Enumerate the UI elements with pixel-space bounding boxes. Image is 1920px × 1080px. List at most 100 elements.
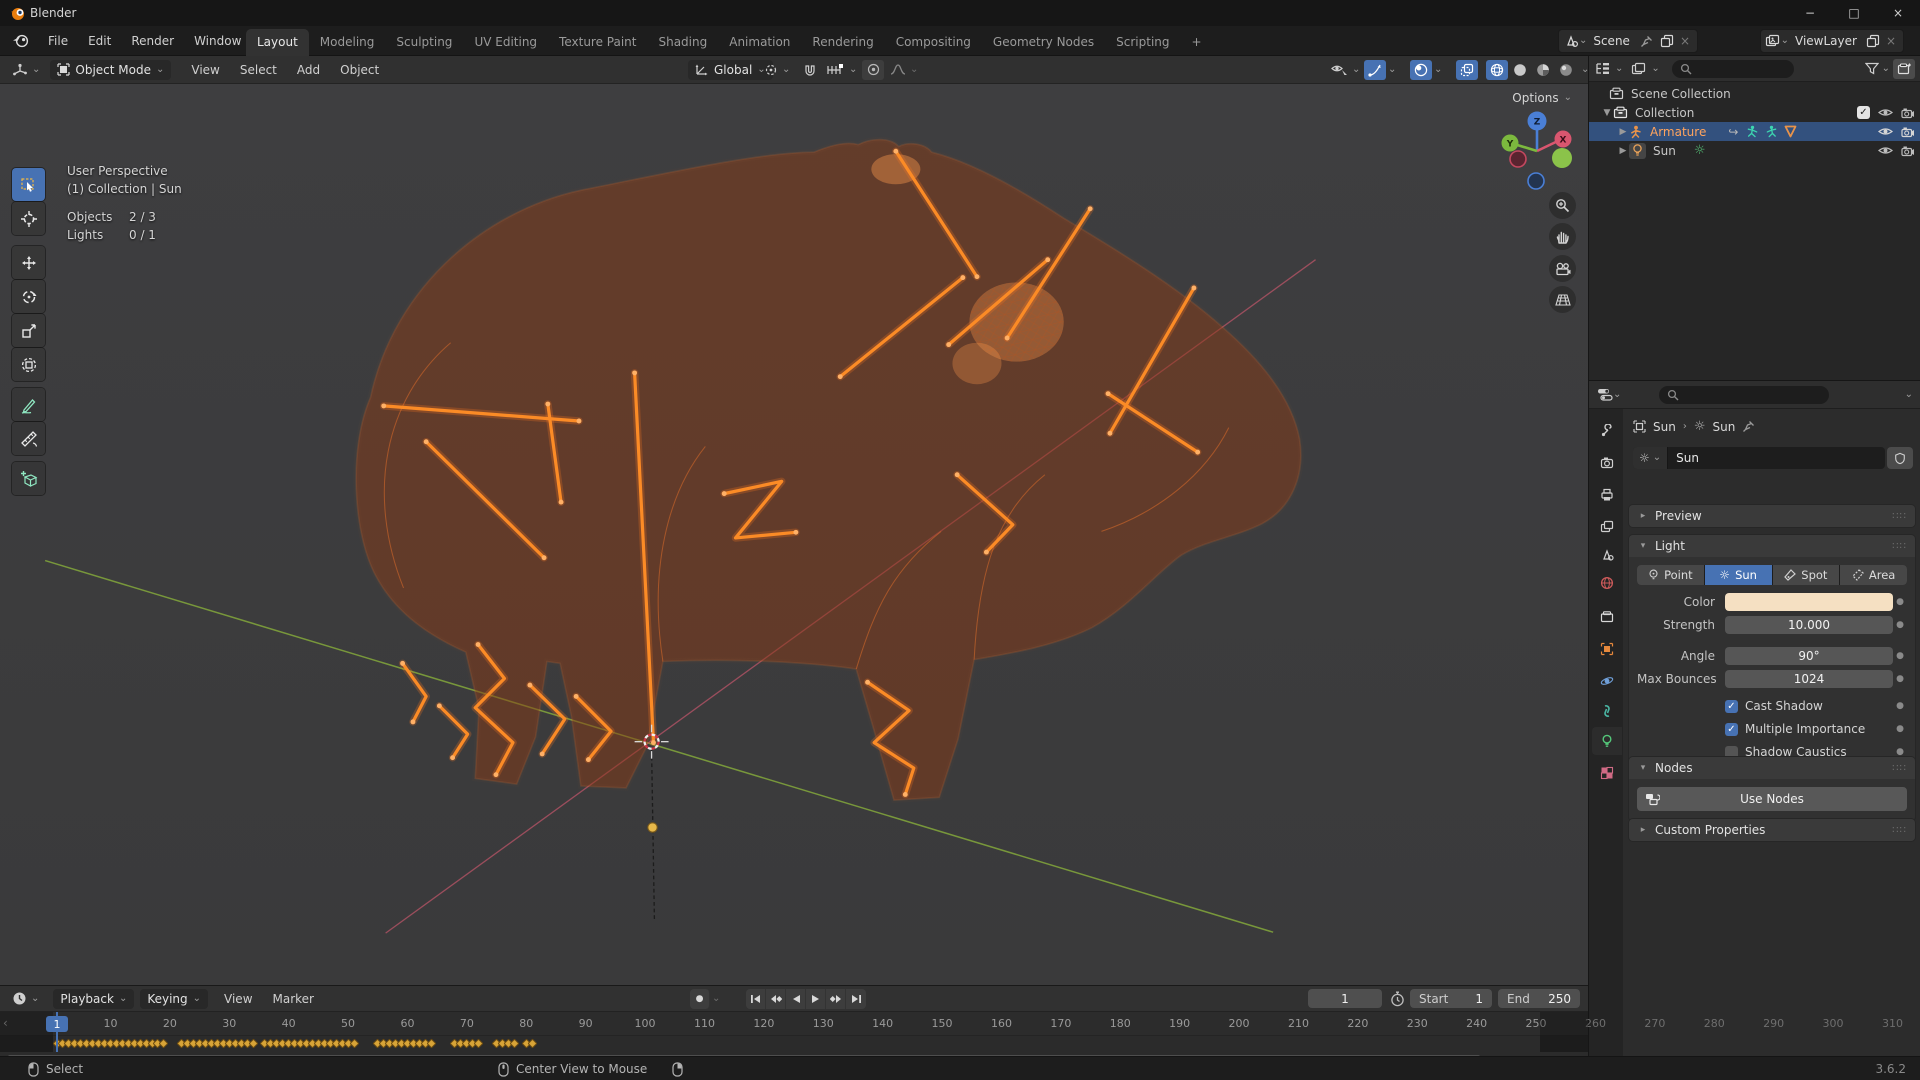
tool-transform-button[interactable] bbox=[12, 348, 45, 381]
properties-tab-texture[interactable] bbox=[1592, 759, 1622, 787]
editor-properties-icon[interactable] bbox=[1597, 388, 1613, 401]
blender-menu-logo-icon[interactable] bbox=[12, 34, 30, 48]
viewport-canvas[interactable] bbox=[0, 56, 1588, 985]
chevron-down-icon[interactable]: ⌄ bbox=[1905, 389, 1913, 400]
row-label[interactable]: Armature bbox=[1650, 125, 1706, 139]
play-button[interactable] bbox=[806, 989, 826, 1009]
panel-drag-handle[interactable]: ∷∷ bbox=[1892, 541, 1907, 552]
play-reverse-button[interactable] bbox=[786, 989, 806, 1009]
editor-outliner-icon[interactable] bbox=[1595, 62, 1611, 75]
chevron-down-icon[interactable]: ⌄ bbox=[1882, 63, 1890, 74]
start-frame-field[interactable]: Start 1 bbox=[1410, 989, 1492, 1008]
timeline-ruler[interactable]: ‹ 10 20 30 40 50 60 70 80 90 100 110 120 130 140 150 16… bbox=[0, 1012, 1903, 1036]
shading-wireframe-button[interactable] bbox=[1486, 59, 1508, 80]
previous-keyframe-button[interactable] bbox=[766, 989, 786, 1009]
tab-compositing[interactable]: Compositing bbox=[885, 29, 982, 56]
keying-menu[interactable]: Keying ⌄ bbox=[140, 988, 209, 1009]
scene-selector[interactable]: ⌄ Scene × bbox=[1557, 29, 1698, 53]
outliner-row-sun[interactable]: ▶ Sun ☼ bbox=[1589, 141, 1920, 160]
chevron-down-icon[interactable]: ⌄ bbox=[1651, 63, 1659, 74]
shading-rendered-button[interactable] bbox=[1555, 60, 1577, 80]
max-bounces-field[interactable]: 1024 bbox=[1725, 670, 1893, 688]
disclosure-triangle-icon[interactable]: ▶ bbox=[1617, 127, 1629, 137]
menu-render[interactable]: Render bbox=[121, 30, 184, 52]
animate-dot-icon[interactable]: ● bbox=[1893, 674, 1907, 684]
shading-material-button[interactable] bbox=[1532, 60, 1554, 80]
viewport-menu-view[interactable]: View bbox=[181, 59, 229, 81]
axis-y-neg-handle[interactable] bbox=[1552, 148, 1572, 168]
animate-dot-icon[interactable]: ● bbox=[1893, 651, 1907, 661]
next-keyframe-button[interactable] bbox=[826, 989, 846, 1009]
new-scene-icon[interactable] bbox=[1660, 34, 1674, 48]
properties-search-input[interactable] bbox=[1659, 385, 1830, 404]
tool-annotate-button[interactable] bbox=[12, 388, 45, 421]
zoom-button[interactable] bbox=[1549, 192, 1576, 219]
outliner-row-armature[interactable]: ▶ Armature ↪ bbox=[1589, 122, 1920, 141]
viewport-menu-add[interactable]: Add bbox=[287, 59, 330, 81]
outliner-row-collection[interactable]: ▼ Collection ✓ bbox=[1589, 103, 1920, 122]
tool-scale-button[interactable] bbox=[12, 314, 45, 347]
show-overlays-toggle[interactable] bbox=[1410, 59, 1432, 80]
new-viewlayer-icon[interactable] bbox=[1866, 34, 1880, 48]
playback-menu[interactable]: Playback ⌄ bbox=[53, 988, 135, 1009]
capybara-wireframe-mesh[interactable] bbox=[356, 140, 1301, 801]
tab-scripting[interactable]: Scripting bbox=[1105, 29, 1180, 56]
viewport-menu-object[interactable]: Object bbox=[330, 59, 389, 81]
pan-button[interactable] bbox=[1549, 223, 1576, 250]
menu-window[interactable]: Window bbox=[184, 30, 251, 52]
sun-light-origin[interactable] bbox=[647, 822, 658, 833]
animate-dot-icon[interactable]: ● bbox=[1893, 724, 1907, 734]
multiple-importance-checkbox[interactable]: ✓ bbox=[1725, 722, 1738, 736]
properties-tab-world[interactable] bbox=[1592, 569, 1622, 597]
chevron-down-icon[interactable]: ⌄ bbox=[712, 994, 720, 1004]
viewlayer-selector[interactable]: ⌄ ViewLayer × bbox=[1759, 29, 1904, 53]
properties-tab-object-data[interactable] bbox=[1592, 727, 1622, 755]
tab-geometry-nodes[interactable]: Geometry Nodes bbox=[982, 29, 1105, 56]
breadcrumb-data[interactable]: Sun bbox=[1712, 420, 1735, 434]
chevron-down-icon[interactable]: ⌄ bbox=[1434, 64, 1442, 75]
jump-to-start-button[interactable] bbox=[746, 989, 766, 1009]
tab-+[interactable]: + bbox=[1181, 29, 1213, 56]
panel-light[interactable]: ▾ Light ∷∷ Point ☼ Sun Spot Area Color ●… bbox=[1629, 535, 1915, 770]
properties-tab-scene[interactable] bbox=[1592, 541, 1622, 569]
animate-dot-icon[interactable]: ● bbox=[1893, 747, 1907, 757]
tab-animation[interactable]: Animation bbox=[718, 29, 801, 56]
axis-x-neg-handle[interactable] bbox=[1509, 150, 1527, 168]
properties-tab-view-layer[interactable] bbox=[1592, 513, 1622, 541]
animate-dot-icon[interactable]: ● bbox=[1893, 597, 1907, 607]
editor-type-button[interactable]: ⌄ bbox=[6, 60, 46, 80]
new-collection-button[interactable] bbox=[1893, 58, 1915, 79]
properties-tab-tool[interactable] bbox=[1592, 417, 1622, 445]
tool-move-button[interactable] bbox=[12, 246, 45, 279]
light-type-area[interactable]: Area bbox=[1840, 565, 1907, 585]
outliner-row-scene-collection[interactable]: Scene Collection bbox=[1589, 84, 1920, 103]
viewport-menu-select[interactable]: Select bbox=[230, 59, 287, 81]
row-label[interactable]: Sun bbox=[1653, 144, 1676, 158]
hide-eye-icon[interactable] bbox=[1878, 145, 1893, 156]
display-mode-icon[interactable] bbox=[1631, 62, 1647, 76]
tool-rotate-button[interactable] bbox=[12, 280, 45, 313]
disable-render-camera-icon[interactable] bbox=[1901, 126, 1915, 138]
camera-view-button[interactable] bbox=[1549, 255, 1576, 282]
end-frame-field[interactable]: End 250 bbox=[1498, 989, 1580, 1008]
row-label[interactable]: Collection bbox=[1635, 106, 1694, 120]
menu-edit[interactable]: Edit bbox=[78, 30, 121, 52]
exclude-checkbox[interactable]: ✓ bbox=[1857, 106, 1870, 119]
tab-texture-paint[interactable]: Texture Paint bbox=[548, 29, 647, 56]
auto-keying-toggle[interactable]: ● bbox=[690, 989, 710, 1009]
grid-perspective-button[interactable] bbox=[1549, 286, 1576, 313]
disable-render-camera-icon[interactable] bbox=[1901, 107, 1915, 119]
properties-tab-constraints[interactable] bbox=[1592, 697, 1622, 725]
light-type-dropdown[interactable]: ☼ ⌄ bbox=[1633, 447, 1669, 469]
strength-field[interactable]: 10.000 bbox=[1725, 616, 1893, 634]
outliner-search-input[interactable] bbox=[1671, 59, 1794, 78]
marker-menu[interactable]: Marker bbox=[263, 988, 324, 1010]
properties-tab-collection[interactable] bbox=[1592, 603, 1622, 631]
light-name-field[interactable]: ☼ ⌄ Sun bbox=[1633, 447, 1885, 469]
jump-to-end-button[interactable] bbox=[846, 989, 866, 1009]
tab-layout[interactable]: Layout bbox=[246, 29, 309, 56]
filter-icon[interactable] bbox=[1864, 62, 1879, 75]
properties-tab-physics[interactable] bbox=[1592, 667, 1622, 695]
timeline-keyframe-channel[interactable] bbox=[0, 1036, 1588, 1052]
disable-render-camera-icon[interactable] bbox=[1901, 145, 1915, 157]
